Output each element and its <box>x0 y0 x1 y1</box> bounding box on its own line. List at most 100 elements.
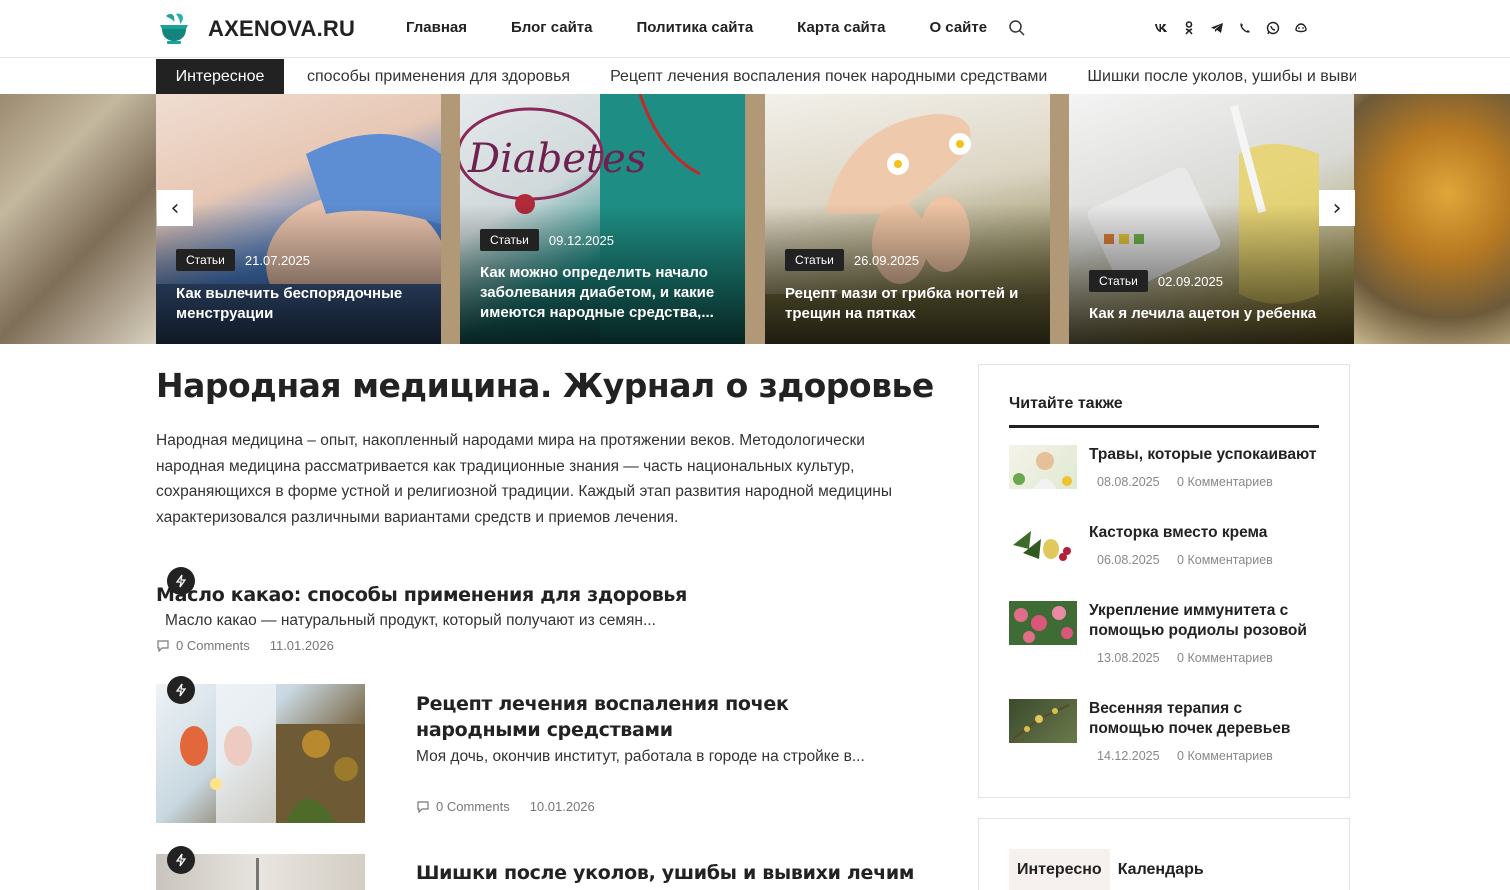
widget-title: Читайте также <box>1009 395 1123 412</box>
news-ticker: Интересное способы применения для здоров… <box>156 59 1356 94</box>
post-excerpt: Моя дочь, окончив институт, работала в г… <box>416 748 865 765</box>
sidebar-post-comments[interactable]: 0 Комментариев <box>1177 651 1273 665</box>
slide-title[interactable]: Как можно определить начало заболевания … <box>480 263 731 323</box>
slide-date: 21.07.2025 <box>244 252 310 268</box>
post-excerpt: Масло какао — натуральный продукт, котор… <box>165 612 656 629</box>
logo-text: AXENOVA.RU <box>208 16 356 41</box>
main-nav: Главная Блог сайта Политика сайта Карта … <box>406 19 1031 36</box>
sidebar-post-date: 06.08.2025 <box>1097 553 1160 567</box>
widget-underline <box>1009 425 1319 428</box>
sidebar-post-title[interactable]: Укрепление иммунитета с помощью родиолы … <box>1089 601 1319 641</box>
post-thumbnail[interactable] <box>156 684 365 823</box>
post-date: 10.01.2026 <box>529 799 595 814</box>
tabs-widget: Интересно Календарь <box>978 818 1350 890</box>
sidebar-post-meta: 06.08.2025 0 Комментариев <box>1097 553 1287 567</box>
nav-policy[interactable]: Политика сайта <box>636 19 753 36</box>
comment-icon <box>417 801 429 813</box>
nav-blog[interactable]: Блог сайта <box>511 19 592 36</box>
ticker-item[interactable]: Шишки после уколов, ушибы и выви <box>1087 68 1356 86</box>
ticker-item[interactable]: Рецепт лечения воспаления почек народным… <box>610 68 1047 86</box>
search-icon[interactable] <box>1008 19 1026 37</box>
slide-meta: Статьи 02.09.2025 <box>1089 270 1223 292</box>
site-header: AXENOVA.RU Главная Блог сайта Политика с… <box>0 0 1510 58</box>
odnoklassniki-icon[interactable] <box>1180 19 1198 37</box>
read-also-widget: Читайте также Травы, которые успокаивают… <box>978 364 1350 798</box>
sidebar-post-thumbnail[interactable] <box>1009 699 1077 743</box>
nav-home[interactable]: Главная <box>406 19 467 36</box>
post-date: 11.01.2026 <box>269 638 334 653</box>
svg-text:Diabetes: Diabetes <box>467 136 646 182</box>
tab-interesting[interactable]: Интересно <box>1009 849 1110 890</box>
post-comments[interactable]: 0 Comments <box>416 799 510 814</box>
ticker-item[interactable]: способы применения для здоровья <box>307 68 570 86</box>
slide-meta: Статьи 26.09.2025 <box>785 249 919 271</box>
sidebar-post-thumbnail[interactable] <box>1009 445 1077 489</box>
sidebar-post-meta: 08.08.2025 0 Комментариев <box>1097 475 1287 489</box>
lightning-icon <box>167 676 195 704</box>
whatsapp-icon[interactable] <box>1264 19 1282 37</box>
slide-date: 26.09.2025 <box>853 252 919 268</box>
sidebar-post[interactable]: Весенняя терапия с помощью почек деревье… <box>1009 699 1319 779</box>
page-title: Народная медицина. Журнал о здоровье <box>156 366 934 405</box>
comments-count: 0 Comments <box>436 799 510 814</box>
telegram-icon[interactable] <box>1208 19 1226 37</box>
social-links <box>1152 19 1320 37</box>
post-title[interactable]: Шишки после уколов, ушибы и вывихи лечим <box>416 860 916 886</box>
sidebar-post-date: 14.12.2025 <box>1097 749 1160 763</box>
max-icon[interactable] <box>1292 19 1310 37</box>
sidebar-post-date: 08.08.2025 <box>1097 475 1160 489</box>
sidebar-post-comments[interactable]: 0 Комментариев <box>1177 553 1273 567</box>
site-logo[interactable]: AXENOVA.RU <box>156 12 355 46</box>
sidebar-post[interactable]: Укрепление иммунитета с помощью родиолы … <box>1009 601 1319 681</box>
slide-date: 02.09.2025 <box>1157 273 1223 289</box>
slide[interactable]: Статьи 26.09.2025 Рецепт мази от грибка … <box>765 94 1050 344</box>
slide-meta: Статьи 21.07.2025 <box>176 249 310 271</box>
sidebar-post-title[interactable]: Касторка вместо крема <box>1089 523 1319 543</box>
slide-meta: Статьи 09.12.2025 <box>480 229 614 251</box>
intro-text: Народная медицина – опыт, накопленный на… <box>156 432 892 526</box>
category-badge[interactable]: Статьи <box>785 249 844 271</box>
slide-title[interactable]: Как вылечить беспорядочные менструации <box>176 284 427 324</box>
sidebar-post-title[interactable]: Весенняя терапия с помощью почек деревье… <box>1089 699 1319 739</box>
slide[interactable]: Статьи 21.07.2025 Как вылечить беспорядо… <box>156 94 441 344</box>
sidebar-post-meta: 14.12.2025 0 Комментариев <box>1097 749 1287 763</box>
tab-calendar[interactable]: Календарь <box>1110 849 1212 890</box>
sidebar-post-meta: 13.08.2025 0 Комментариев <box>1097 651 1287 665</box>
kidney-illustration <box>180 684 365 823</box>
sidebar-post-thumbnail[interactable] <box>1009 523 1077 567</box>
sidebar-post[interactable]: Касторка вместо крема 06.08.2025 0 Комме… <box>1009 523 1319 583</box>
viber-icon[interactable] <box>1236 19 1254 37</box>
slide-date: 09.12.2025 <box>548 232 614 248</box>
sidebar-post-comments[interactable]: 0 Комментариев <box>1177 475 1273 489</box>
mortar-logo-icon <box>156 12 192 46</box>
post-meta: 0 Comments 11.01.2026 <box>156 638 334 653</box>
slide[interactable]: Diabetes Статьи 09.12.2025 Как можно опр… <box>460 94 745 344</box>
ticker-items: способы применения для здоровья Рецепт л… <box>307 59 1356 94</box>
lightning-icon <box>167 846 195 874</box>
vk-icon[interactable] <box>1152 19 1170 37</box>
slide[interactable]: Статьи 02.09.2025 Как я лечила ацетон у … <box>1069 94 1354 344</box>
category-badge[interactable]: Статьи <box>176 249 235 271</box>
post-comments[interactable]: 0 Comments <box>156 638 250 653</box>
slider-next-button[interactable]: › <box>1319 190 1355 226</box>
ticker-label: Интересное <box>156 59 284 94</box>
sidebar-post-thumbnail[interactable] <box>1009 601 1077 645</box>
post-meta: 0 Comments 10.01.2026 <box>416 799 595 814</box>
sidebar-post-title[interactable]: Травы, которые успокаивают <box>1089 445 1319 465</box>
comment-icon <box>157 640 169 652</box>
category-badge[interactable]: Статьи <box>1089 270 1148 292</box>
slide-title[interactable]: Как я лечила ацетон у ребенка <box>1089 304 1340 324</box>
widget-tabs: Интересно Календарь <box>1009 849 1212 890</box>
post-title[interactable]: Рецепт лечения воспаления почек народным… <box>416 691 886 743</box>
category-badge[interactable]: Статьи <box>480 229 539 251</box>
slide-title[interactable]: Рецепт мази от грибка ногтей и трещин на… <box>785 284 1036 324</box>
nav-about[interactable]: О сайте <box>929 19 987 36</box>
featured-slider: Статьи 21.07.2025 Как вылечить беспорядо… <box>0 94 1510 344</box>
slider-prev-button[interactable]: ‹ <box>157 190 193 226</box>
slider-background-left <box>0 94 156 344</box>
post-title[interactable]: Масло какао: способы применения для здор… <box>156 582 916 608</box>
sidebar-post-comments[interactable]: 0 Комментариев <box>1177 749 1273 763</box>
nav-sitemap[interactable]: Карта сайта <box>797 19 885 36</box>
sidebar-post[interactable]: Травы, которые успокаивают 08.08.2025 0 … <box>1009 445 1319 505</box>
comments-count: 0 Comments <box>176 638 250 653</box>
